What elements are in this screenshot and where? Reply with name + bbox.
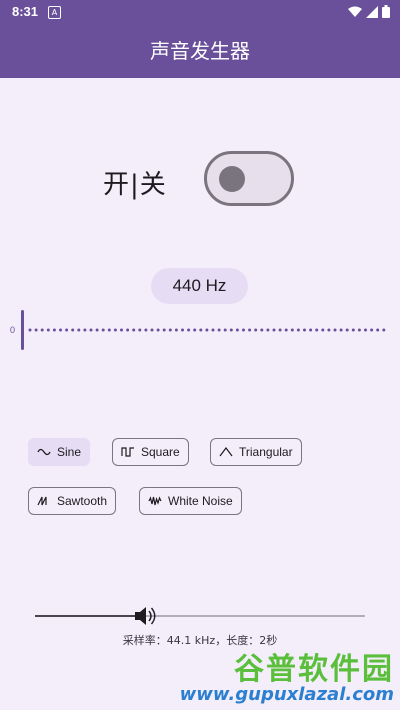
waveform-white-noise-button[interactable]: White Noise — [139, 487, 242, 515]
sine-wave-icon — [37, 448, 51, 456]
waveform-label: Square — [141, 445, 180, 459]
switch-thumb — [219, 166, 245, 192]
status-bar: 8:31 A — [0, 0, 400, 24]
waveform-label: White Noise — [168, 494, 233, 508]
status-time: 8:31 — [12, 4, 39, 19]
waveform-sawtooth-button[interactable]: Sawtooth — [28, 487, 117, 515]
app-title: 声音发生器 — [150, 39, 250, 63]
volume-slider[interactable] — [32, 602, 368, 630]
slider-min-marker: 0 — [10, 325, 15, 335]
power-switch-label: 开|关 — [103, 170, 167, 200]
waveform-label: Sine — [57, 445, 82, 459]
signal-icon — [366, 5, 378, 18]
watermark-title: 谷普软件园 — [234, 652, 394, 687]
noise-wave-icon — [148, 496, 162, 506]
waveform-square-button[interactable]: Square — [112, 438, 189, 466]
status-icons — [348, 5, 390, 18]
frequency-slider[interactable]: 0 — [10, 310, 390, 350]
app-bar: 声音发生器 — [0, 24, 400, 78]
watermark-url: www.gupuxlazal.com — [179, 684, 394, 705]
square-wave-icon — [121, 447, 134, 457]
battery-icon — [382, 5, 390, 18]
frequency-value: 440 Hz — [151, 268, 248, 304]
wifi-icon — [348, 6, 362, 17]
power-switch[interactable] — [204, 151, 294, 206]
triangle-wave-icon — [219, 447, 233, 457]
slider-thumb[interactable] — [21, 310, 24, 350]
waveform-label: Triangular — [239, 445, 293, 459]
sawtooth-wave-icon — [37, 496, 47, 506]
waveform-triangular-button[interactable]: Triangular — [210, 438, 302, 466]
slider-track-dots — [28, 328, 386, 332]
watermark-logo: 谷普软件园 www.gupuxlazal.com — [180, 644, 398, 708]
waveform-sine-button[interactable]: Sine — [28, 438, 91, 466]
waveform-label: Sawtooth — [57, 494, 108, 508]
notification-icon: A — [48, 6, 61, 19]
